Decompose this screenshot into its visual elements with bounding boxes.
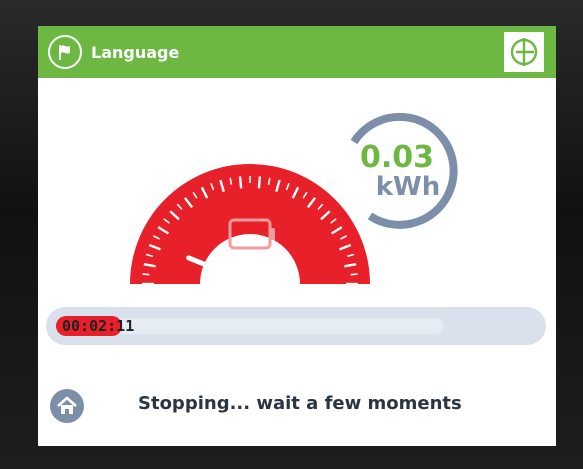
flag-icon [48,35,82,69]
gauge-tick [350,273,358,276]
brand-logo-icon [504,32,544,72]
home-button[interactable] [50,389,84,423]
elapsed-time-highlight: 00:02 [62,317,108,335]
elapsed-time-seconds: :11 [107,317,135,335]
status-message: Stopping... wait a few moments [138,393,462,414]
home-icon [57,396,77,414]
elapsed-time: 00:02:11 [62,318,134,335]
gauge-tick [257,176,262,189]
header-bar: Language [38,26,556,78]
gauge-tick [238,176,243,189]
language-label: Language [91,42,180,62]
energy-unit: kWh [375,172,441,202]
gauge-tick [142,273,150,276]
charger-screen: Language 0.03 kWh 00:02:11 Stopping... w… [38,26,556,446]
language-button[interactable]: Language [48,34,179,70]
session-progress-bar: 00:02:11 [46,307,546,345]
energy-value: 0.03 [359,140,435,175]
